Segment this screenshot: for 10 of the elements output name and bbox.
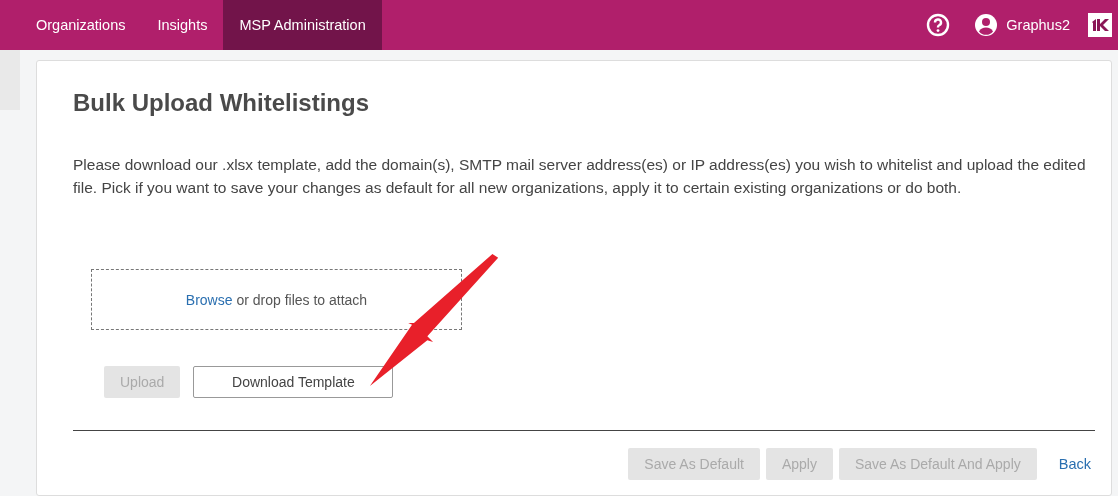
browse-link[interactable]: Browse xyxy=(185,291,233,308)
description-text: Please download our .xlsx template, add the domain(s), SMTP mail server address(es) or IP address(es) you wish to whitelist and upload the edited file. Pick if you want to save your changes as default for all new organizations, apply it to certain existing organizations or do both. xyxy=(73,155,1087,198)
drop-zone-text: Browse or drop files to attach xyxy=(185,291,368,308)
back-link[interactable]: Back xyxy=(1058,456,1091,472)
page-title: Bulk Upload Whitelistings xyxy=(73,89,370,117)
nav-tab[interactable]: Organizations xyxy=(20,0,142,50)
nav-tab[interactable]: Insights xyxy=(141,0,224,50)
nav-tab[interactable]: MSP Administration xyxy=(223,0,382,50)
file-action-button[interactable]: Download Template xyxy=(193,366,394,398)
user-name[interactable]: Graphus2 xyxy=(1006,17,1070,33)
